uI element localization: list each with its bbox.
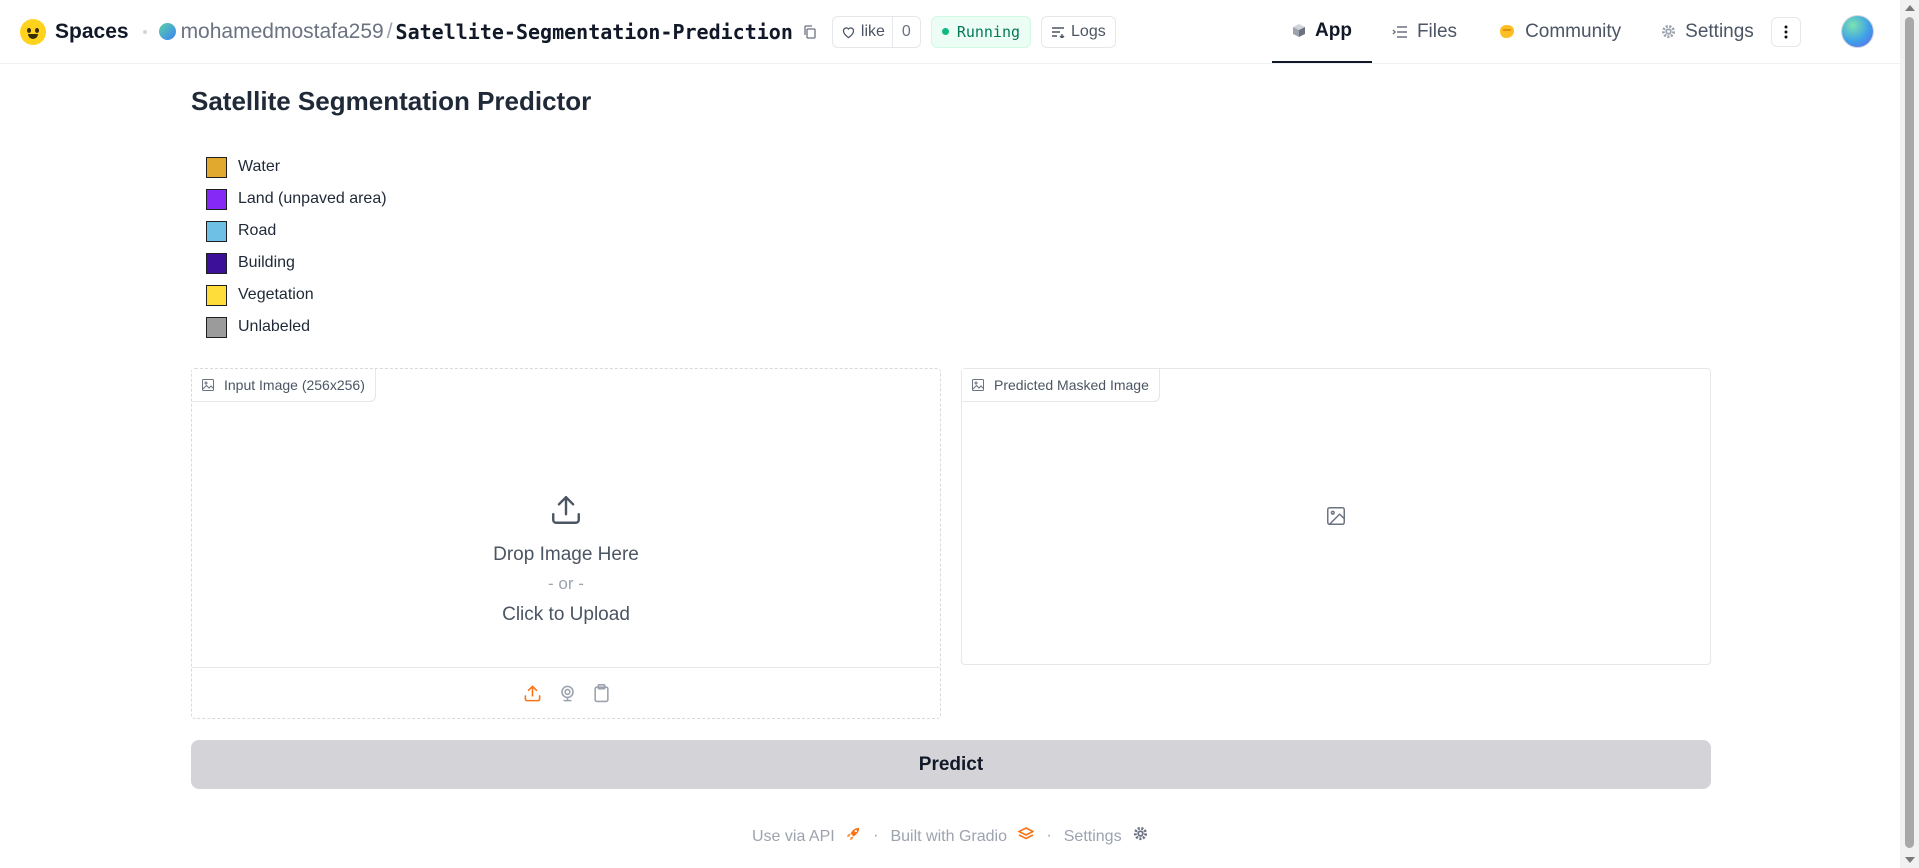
input-image-panel: Input Image (256x256) Drop Image Here - … — [191, 368, 941, 719]
tab-files-label: Files — [1416, 20, 1458, 42]
legend-item-unlabeled: Unlabeled — [206, 311, 387, 343]
legend-swatch — [206, 316, 227, 338]
footer-separator: · — [1046, 827, 1052, 844]
brand-label: Spaces — [55, 19, 129, 43]
legend-swatch — [206, 156, 227, 178]
more-options-button[interactable] — [1771, 17, 1801, 47]
vertical-dots-icon — [1784, 25, 1788, 39]
input-image-label-text: Input Image (256x256) — [224, 377, 365, 393]
like-button[interactable]: like 0 — [831, 15, 921, 48]
repo-name-link[interactable]: Satellite-Segmentation-Prediction — [396, 20, 793, 44]
output-image-label: Predicted Masked Image — [962, 369, 1160, 402]
legend-label: Vegetation — [238, 286, 314, 303]
gradio-logo-icon — [1018, 826, 1035, 839]
community-icon — [1500, 25, 1515, 38]
image-drop-zone[interactable]: Drop Image Here - or - Click to Upload — [192, 401, 940, 669]
hugging-face-logo-icon — [20, 18, 46, 45]
user-avatar[interactable] — [1842, 16, 1873, 47]
status-badge[interactable]: Running — [930, 15, 1032, 48]
copy-icon[interactable] — [802, 24, 818, 40]
cube-icon — [1293, 24, 1305, 37]
owner-link[interactable]: mohamedmostafa259 — [181, 20, 384, 44]
use-via-api-link[interactable]: Use via API — [752, 826, 861, 846]
image-placeholder-icon — [1327, 507, 1345, 525]
output-image-label-text: Predicted Masked Image — [994, 377, 1149, 393]
tab-community-label: Community — [1525, 20, 1622, 42]
use-via-api-label: Use via API — [751, 828, 835, 845]
upload-icon — [524, 685, 540, 701]
path-separator: / — [386, 19, 393, 43]
legend-label: Land (unpaved area) — [238, 190, 387, 207]
logs-label: Logs — [1071, 22, 1106, 40]
upload-source-button[interactable] — [523, 684, 542, 703]
tab-settings-label: Settings — [1685, 20, 1754, 42]
divider-dot — [142, 29, 147, 34]
built-with-gradio-label: Built with Gradio — [890, 827, 1007, 845]
owner-avatar — [158, 23, 176, 40]
image-icon — [972, 379, 984, 391]
legend-item-road: Road — [206, 215, 387, 247]
legend-item-water: Water — [206, 151, 387, 183]
top-navbar: Spaces mohamedmostafa259 / Satellite-Seg… — [0, 0, 1900, 64]
legend-label: Road — [238, 222, 277, 239]
legend-label: Water — [238, 158, 281, 175]
clipboard-icon — [593, 683, 609, 702]
webcam-source-button[interactable] — [558, 684, 577, 703]
legend-label: Unlabeled — [238, 318, 311, 335]
legend-swatch — [206, 188, 227, 210]
logs-icon — [1052, 26, 1065, 38]
drop-image-text: Drop Image Here — [493, 544, 639, 565]
scroll-down-arrow-icon[interactable] — [1905, 857, 1915, 863]
built-with-gradio-link[interactable]: Built with Gradio — [890, 826, 1035, 846]
tab-settings[interactable]: Settings — [1641, 0, 1774, 63]
predict-button[interactable]: Predict — [191, 740, 1711, 789]
scrollbar-thumb[interactable] — [1905, 17, 1914, 848]
legend-item-land: Land (unpaved area) — [206, 183, 387, 215]
legend-swatch — [206, 252, 227, 274]
heart-icon — [842, 26, 855, 38]
webcam-icon — [560, 685, 574, 701]
space-tabs: App Files Community Settings — [1272, 0, 1774, 63]
spaces-home-link[interactable]: Spaces — [20, 18, 129, 45]
footer-settings-label: Settings — [1063, 828, 1122, 845]
tab-app[interactable]: App — [1272, 0, 1372, 63]
gear-icon — [1133, 826, 1148, 841]
legend-swatch — [206, 220, 227, 242]
tab-app-label: App — [1315, 19, 1352, 41]
clipboard-source-button[interactable] — [593, 683, 610, 703]
page-scrollbar[interactable] — [1900, 0, 1919, 868]
status-label: Running — [956, 22, 1021, 41]
like-label: like — [860, 22, 885, 40]
image-source-toolbar — [192, 667, 940, 718]
gradio-footer: Use via API · Built with Gradio · Settin… — [0, 826, 1900, 846]
footer-settings-link[interactable]: Settings — [1064, 826, 1148, 846]
like-count: 0 — [891, 16, 920, 47]
image-icon — [202, 379, 214, 391]
legend-label: Building — [238, 254, 295, 271]
input-image-label: Input Image (256x256) — [192, 369, 376, 402]
footer-separator: · — [873, 827, 879, 844]
or-text: - or - — [548, 574, 584, 593]
class-legend: Water Land (unpaved area) Road Building … — [206, 151, 387, 343]
tab-community[interactable]: Community — [1477, 0, 1641, 63]
tab-files[interactable]: Files — [1372, 0, 1477, 63]
legend-swatch — [206, 284, 227, 306]
output-image-panel: Predicted Masked Image — [961, 368, 1711, 665]
upload-icon — [552, 496, 580, 524]
gear-icon — [1662, 24, 1676, 39]
page-title: Satellite Segmentation Predictor — [191, 86, 592, 116]
scroll-up-arrow-icon[interactable] — [1905, 5, 1915, 11]
legend-item-vegetation: Vegetation — [206, 279, 387, 311]
status-dot-icon — [941, 28, 949, 35]
logs-button[interactable]: Logs — [1041, 15, 1116, 48]
legend-item-building: Building — [206, 247, 387, 279]
files-icon — [1392, 25, 1407, 38]
click-to-upload-text: Click to Upload — [502, 604, 630, 625]
rocket-icon — [847, 827, 860, 841]
